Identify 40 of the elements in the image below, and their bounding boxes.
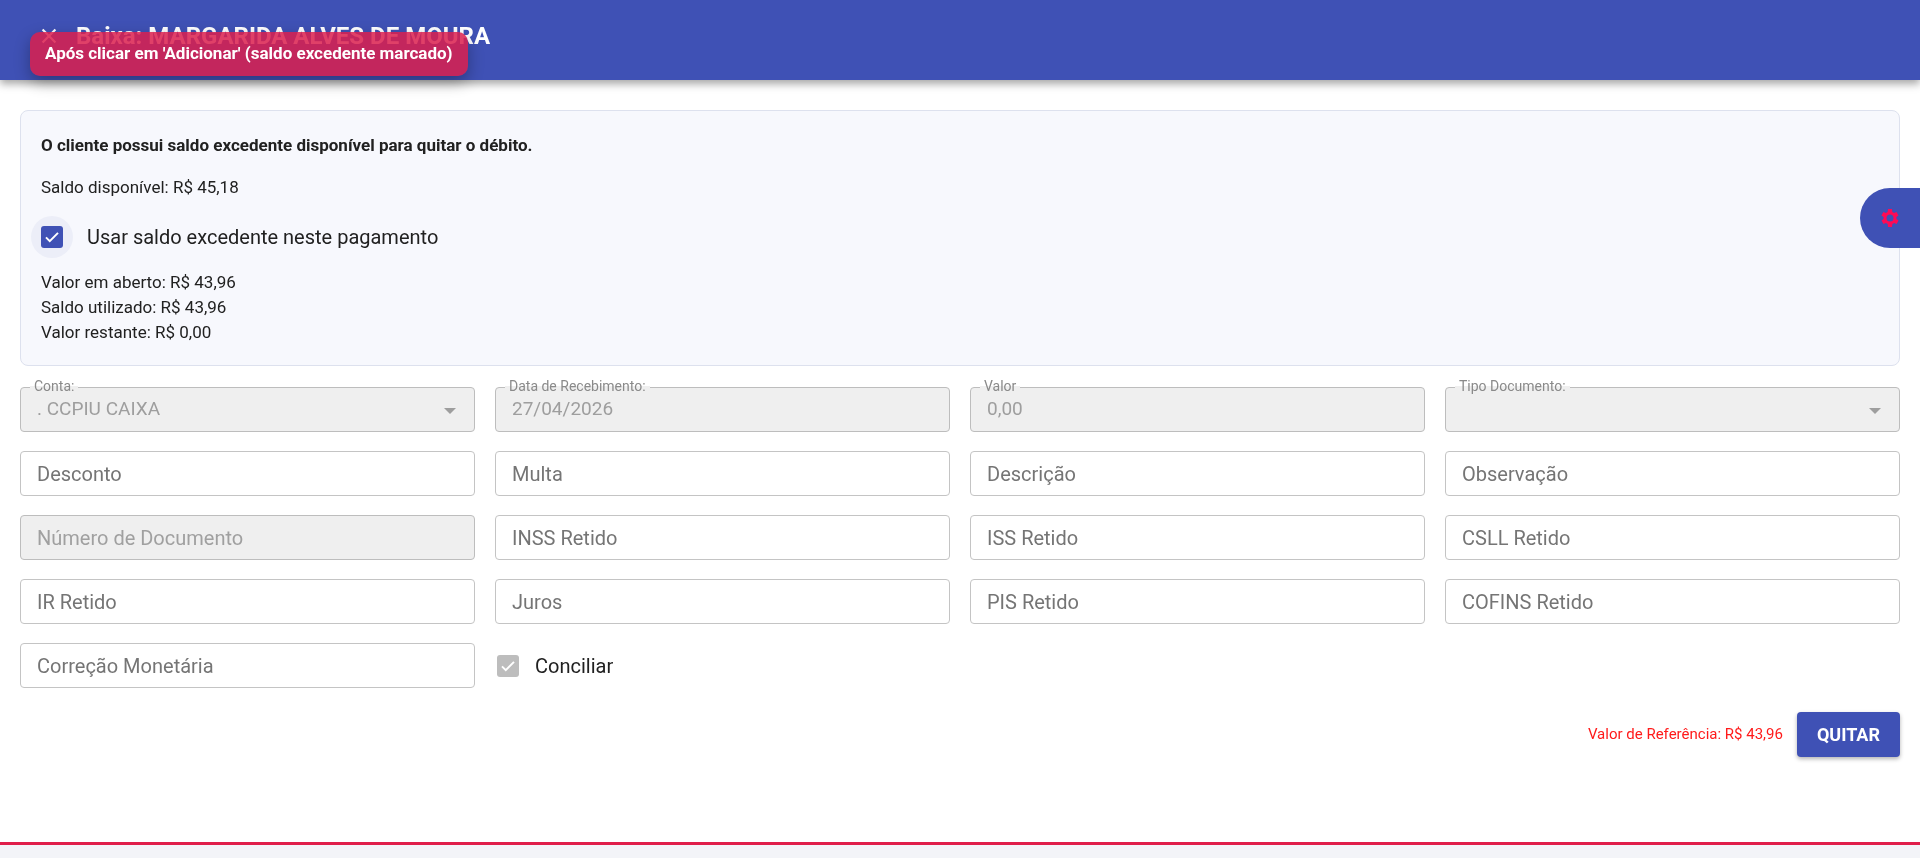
input-field[interactable]: CSLL Retido (1445, 515, 1900, 560)
input-field[interactable]: COFINS Retido (1445, 579, 1900, 624)
input-field[interactable]: Correção Monetária (20, 643, 475, 688)
field-input[interactable]: COFINS Retido (1462, 586, 1883, 617)
balance-line: Valor restante: R$ 0,00 (41, 321, 213, 344)
input-field[interactable]: ISS Retido (970, 515, 1425, 560)
input-field[interactable]: Multa (495, 451, 950, 496)
checkbox[interactable] (41, 226, 63, 248)
input-field[interactable]: INSS Retido (495, 515, 950, 560)
panel-heading: O cliente possui saldo excedente disponível para quitar o débito. (41, 134, 534, 157)
available-balance: Saldo disponível: R$ 45,18 (41, 175, 240, 199)
checkbox-label: Usar saldo excedente neste pagamento (87, 224, 439, 251)
input-field[interactable]: IR Retido (20, 579, 475, 624)
field-input[interactable]: Observação (1462, 458, 1883, 489)
field-value: . CCPIU CAIXA (37, 396, 161, 423)
field-input[interactable]: CSLL Retido (1462, 522, 1883, 553)
field-value: 0,00 (987, 396, 1023, 423)
input-field[interactable]: PIS Retido (970, 579, 1425, 624)
field-input[interactable]: Descrição (987, 458, 1408, 489)
input-field[interactable]: Observação (1445, 451, 1900, 496)
field-input[interactable]: Desconto (37, 458, 458, 489)
field-input[interactable]: PIS Retido (987, 586, 1408, 617)
reference-value: Valor de Referência: R$ 43,96 (1587, 724, 1783, 746)
dropdown-caret-icon (444, 408, 456, 414)
input-field[interactable]: Descrição (970, 451, 1425, 496)
field-input[interactable]: INSS Retido (512, 522, 933, 553)
quitar-button[interactable]: QUITAR (1796, 712, 1900, 757)
field-value: 27/04/2026 (512, 396, 614, 423)
field-input[interactable]: Juros (512, 586, 933, 617)
field-input[interactable]: ISS Retido (987, 522, 1408, 553)
field-input[interactable]: IR Retido (37, 586, 458, 617)
balance-line: Valor em aberto: R$ 43,96 (41, 271, 237, 294)
field-input[interactable]: Correção Monetária (37, 650, 458, 681)
dropdown-caret-icon (1869, 408, 1881, 414)
checkbox-label: Conciliar (535, 652, 614, 680)
input-field[interactable]: Juros (495, 579, 950, 624)
field-label: Tipo Documento: (1455, 377, 1570, 395)
input-field[interactable]: Desconto (20, 451, 475, 496)
balance-line: Saldo utilizado: R$ 43,96 (41, 296, 228, 319)
field-input[interactable]: Multa (512, 458, 933, 489)
